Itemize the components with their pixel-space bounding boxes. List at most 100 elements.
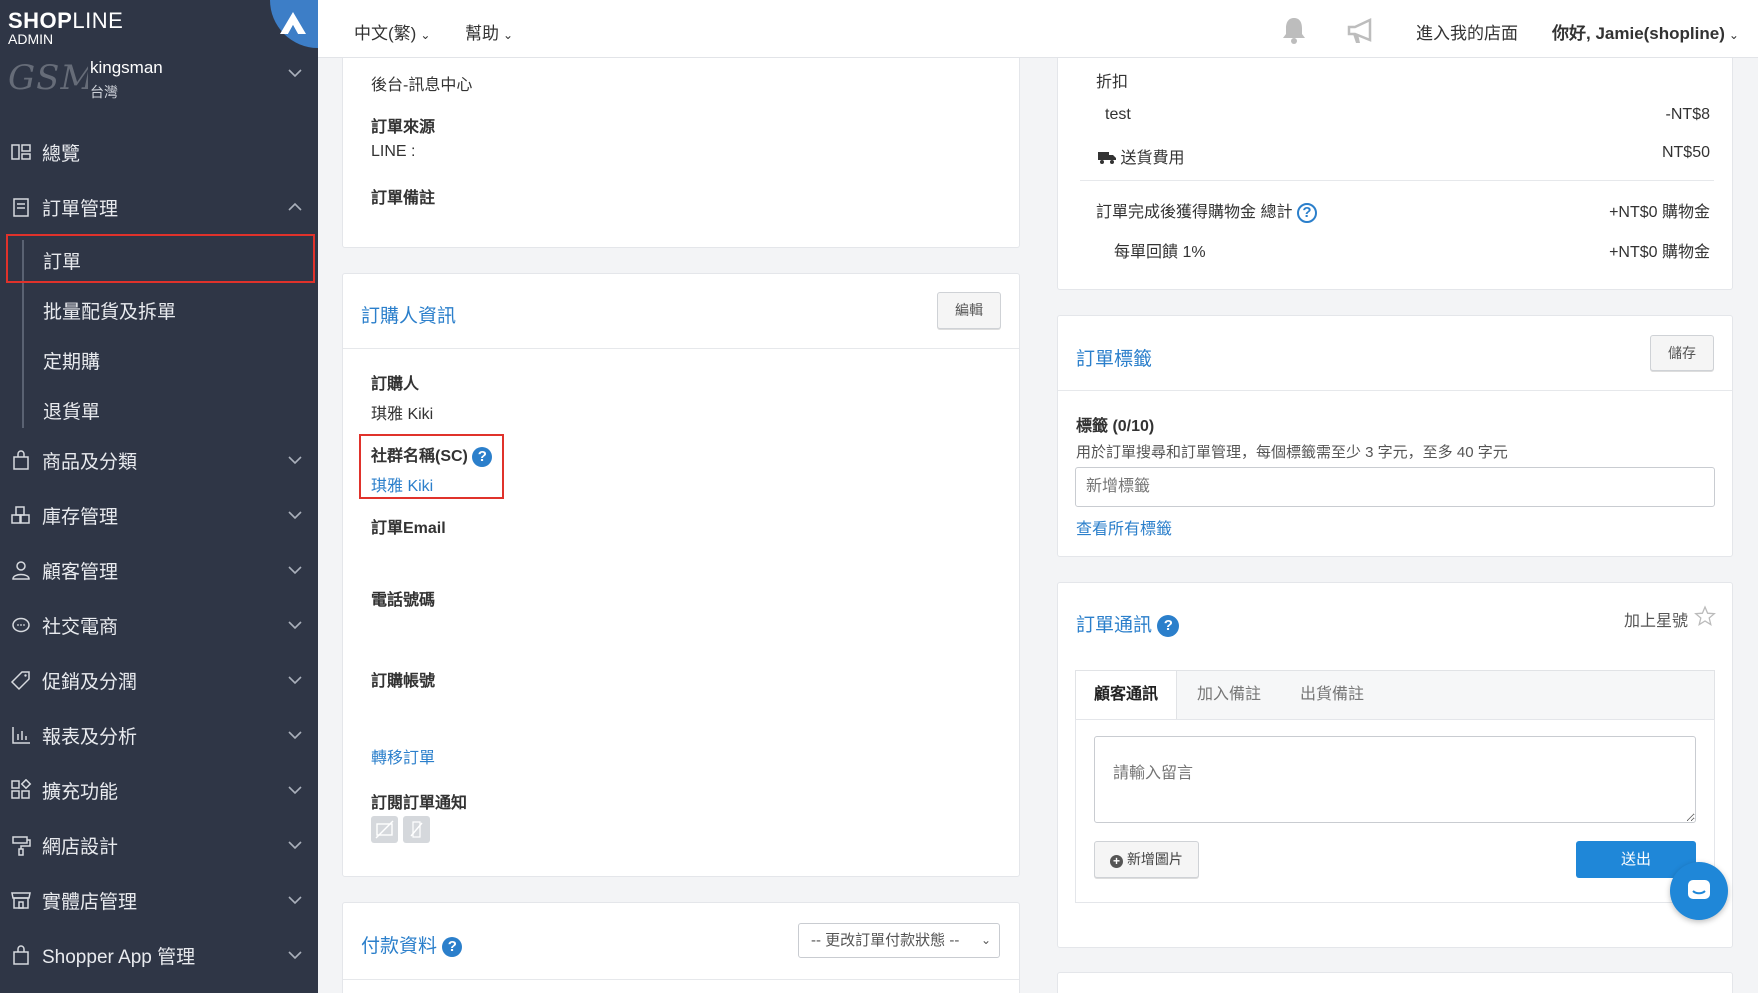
chevron-down-icon: ⌄ [503, 28, 514, 42]
user-menu[interactable]: 你好, Jamie(shopline) ⌄ [1552, 19, 1739, 44]
comm-tabs: 顧客通訊 加入備註 出貨備註 [1075, 670, 1715, 721]
tab-shipping-note[interactable]: 出貨備註 [1282, 671, 1382, 719]
chevron-down-icon [288, 731, 302, 740]
sidebar-item-customers[interactable]: 顧客管理 [0, 548, 318, 592]
email-notify-off-icon[interactable] [371, 816, 398, 843]
order-comm-title-text: 訂單通訊 [1076, 615, 1153, 636]
discount-value: -NT$8 [1665, 106, 1710, 123]
tab-customer-comm[interactable]: 顧客通訊 [1076, 671, 1178, 721]
store-switcher[interactable]: GSM kingsman 台灣 [0, 52, 318, 102]
transfer-order-link[interactable]: 轉移訂單 [371, 744, 435, 768]
help-icon[interactable]: ? [442, 936, 463, 957]
chevron-down-icon [288, 511, 302, 520]
panel-divider [1058, 390, 1732, 391]
sidebar-item-retail-store[interactable]: 實體店管理 [0, 878, 318, 922]
rebate-value: +NT$0 購物金 [1609, 244, 1710, 261]
help-menu[interactable]: 幫助 ⌄ [465, 19, 513, 44]
megaphone-icon[interactable] [1346, 17, 1378, 45]
sidebar-subitem-returns[interactable]: 退貨單 [6, 386, 314, 430]
summary-divider [1080, 180, 1714, 181]
shipping-label: 送貨費用 [1098, 144, 1184, 168]
shipping-label-text: 送貨費用 [1120, 150, 1185, 167]
sidebar-subitem-label: 批量配貨及拆單 [43, 302, 177, 323]
order-comm-title: 訂單通訊 ? [1076, 610, 1180, 637]
user-greeting: 你好, Jamie(shopline) [1552, 24, 1725, 43]
next-panel [1057, 972, 1733, 993]
sidebar-item-products[interactable]: 商品及分類 [0, 438, 318, 482]
brand-subtitle: ADMIN [8, 31, 54, 47]
order-summary-panel: 折扣 test -NT$8 送貨費用 NT$50 訂單完成後獲得購物金 總計 ?… [1057, 58, 1733, 290]
sidebar-item-inventory[interactable]: 庫存管理 [0, 493, 318, 537]
rebate-label: 每單回饋 1% [1114, 244, 1206, 261]
sidebar: SHOPLINE ADMIN GSM kingsman 台灣 總覽 訂單管理 訂… [0, 0, 318, 993]
help-icon[interactable]: ? [1157, 614, 1180, 637]
sidebar-item-shopper-app[interactable]: Shopper App 管理 [0, 933, 318, 977]
language-label: 中文(繁) [354, 24, 417, 43]
chevron-down-icon [288, 456, 302, 465]
discount-name: test [1105, 106, 1131, 123]
visit-store-link[interactable]: 進入我的店面 [1416, 19, 1518, 44]
language-menu[interactable]: 中文(繁) ⌄ [354, 19, 430, 44]
add-star-label[interactable]: 加上星號 [1624, 607, 1688, 631]
payment-title-text: 付款資料 [361, 936, 438, 957]
buyer-label: 訂購人 [371, 376, 420, 393]
account-label: 訂購帳號 [371, 673, 436, 690]
chat-bubble-icon [1688, 880, 1710, 899]
sidebar-item-label: 促銷及分潤 [42, 671, 138, 693]
sidebar-item-label: 網店設計 [42, 836, 119, 858]
chat-icon [12, 617, 30, 633]
store-icon [11, 892, 31, 909]
sidebar-item-apps[interactable]: 擴充功能 [0, 768, 318, 812]
payment-status-select[interactable]: -- 更改訂單付款狀態 -- ⌄ [798, 923, 1000, 958]
shopline-mark-icon [270, 0, 318, 48]
top-bar: 中文(繁) ⌄ 幫助 ⌄ 進入我的店面 你好, Jamie(shopline) ⌄ [318, 0, 1758, 58]
shipping-value: NT$50 [1661, 144, 1710, 161]
tab-add-note[interactable]: 加入備註 [1179, 671, 1279, 719]
sidebar-item-label: Shopper App 管理 [42, 946, 196, 968]
chat-support-button[interactable] [1670, 862, 1728, 920]
bell-icon[interactable] [1280, 15, 1308, 45]
add-image-label: 新增圖片 [1126, 851, 1183, 867]
brand-logo-area[interactable]: SHOPLINE ADMIN [0, 0, 318, 50]
sidebar-item-dashboard[interactable]: 總覽 [0, 130, 318, 174]
sidebar-item-reports[interactable]: 報表及分析 [0, 713, 318, 757]
tag-hint: 用於訂單搜尋和訂單管理，每個標籤需至少 3 字元，至多 40 字元 [1076, 444, 1508, 461]
chevron-down-icon [288, 566, 302, 575]
message-textarea[interactable] [1094, 736, 1696, 823]
order-source-label: 訂單來源 [371, 119, 436, 136]
order-source-panel: 後台-訊息中心 訂單來源 LINE : 訂單備註 [342, 58, 1020, 248]
sidebar-subitem-subscription[interactable]: 定期購 [6, 336, 314, 380]
chevron-down-icon: ⌄ [1728, 28, 1739, 42]
buyer-info-title: 訂購人資訊 [361, 306, 457, 327]
phone-label: 電話號碼 [371, 592, 436, 609]
plus-circle-icon: + [1110, 855, 1124, 868]
view-all-tags-link[interactable]: 查看所有標籤 [1076, 515, 1172, 539]
panel-divider [343, 348, 1019, 349]
apps-icon [11, 779, 32, 799]
chevron-down-icon [288, 676, 302, 685]
chevron-down-icon [288, 69, 302, 78]
sidebar-subitem-bulk-fulfillment[interactable]: 批量配貨及拆單 [6, 286, 314, 330]
tag-input[interactable] [1075, 467, 1715, 507]
truck-icon [1098, 152, 1116, 164]
payment-title: 付款資料 ? [361, 931, 463, 958]
help-icon[interactable]: ? [1296, 202, 1317, 223]
email-label: 訂單Email [371, 520, 446, 537]
credit-total-label: 訂單完成後獲得購物金 總計 ? [1096, 198, 1317, 223]
panel-divider [343, 979, 1019, 980]
sidebar-item-store-design[interactable]: 網店設計 [0, 823, 318, 867]
save-tags-button[interactable]: 儲存 [1650, 335, 1714, 371]
tag-icon [10, 671, 30, 691]
sidebar-item-social-commerce[interactable]: 社交電商 [0, 603, 318, 647]
order-note-label: 訂單備註 [371, 190, 436, 207]
edit-buyer-button[interactable]: 編輯 [937, 292, 1001, 329]
sidebar-item-promotions[interactable]: 促銷及分潤 [0, 658, 318, 702]
sidebar-item-label: 報表及分析 [42, 726, 138, 748]
star-icon[interactable] [1694, 605, 1716, 627]
order-tags-panel: 訂單標籤 儲存 標籤 (0/10) 用於訂單搜尋和訂單管理，每個標籤需至少 3 … [1057, 315, 1733, 557]
sidebar-item-orders[interactable]: 訂單管理 [0, 185, 318, 229]
customer-icon [12, 561, 30, 580]
sms-notify-off-icon[interactable] [403, 816, 430, 843]
store-name: kingsman [90, 58, 163, 77]
add-image-button[interactable]: + 新增圖片 [1094, 841, 1199, 878]
